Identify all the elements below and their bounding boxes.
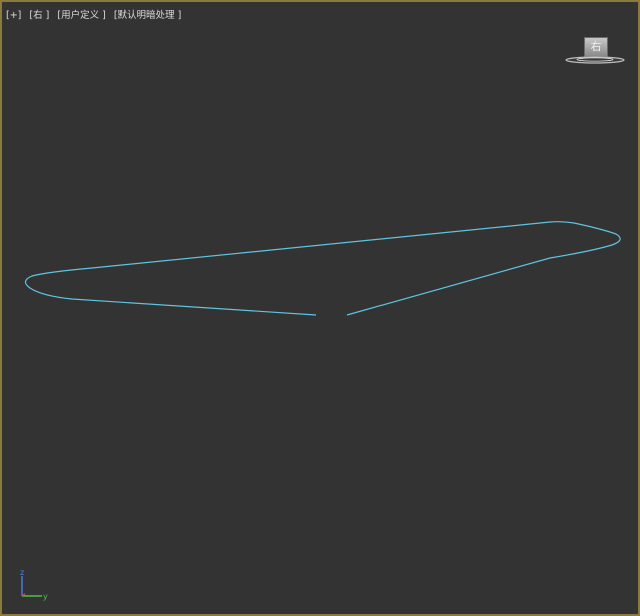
- z-axis-label: z: [20, 568, 24, 577]
- axis-tripod-icon: z y: [20, 568, 48, 601]
- viewcube-compass-ring[interactable]: [565, 56, 625, 64]
- viewcube[interactable]: 右: [562, 34, 628, 68]
- spline-curve[interactable]: [24, 221, 621, 316]
- scene-canvas[interactable]: [2, 2, 638, 614]
- viewcube-face-right[interactable]: 右: [584, 37, 608, 57]
- viewport-right[interactable]: [+] [右 ] [用户定义 ] [默认明暗处理 ] 右 z y: [0, 0, 640, 616]
- y-axis-label: y: [43, 592, 48, 601]
